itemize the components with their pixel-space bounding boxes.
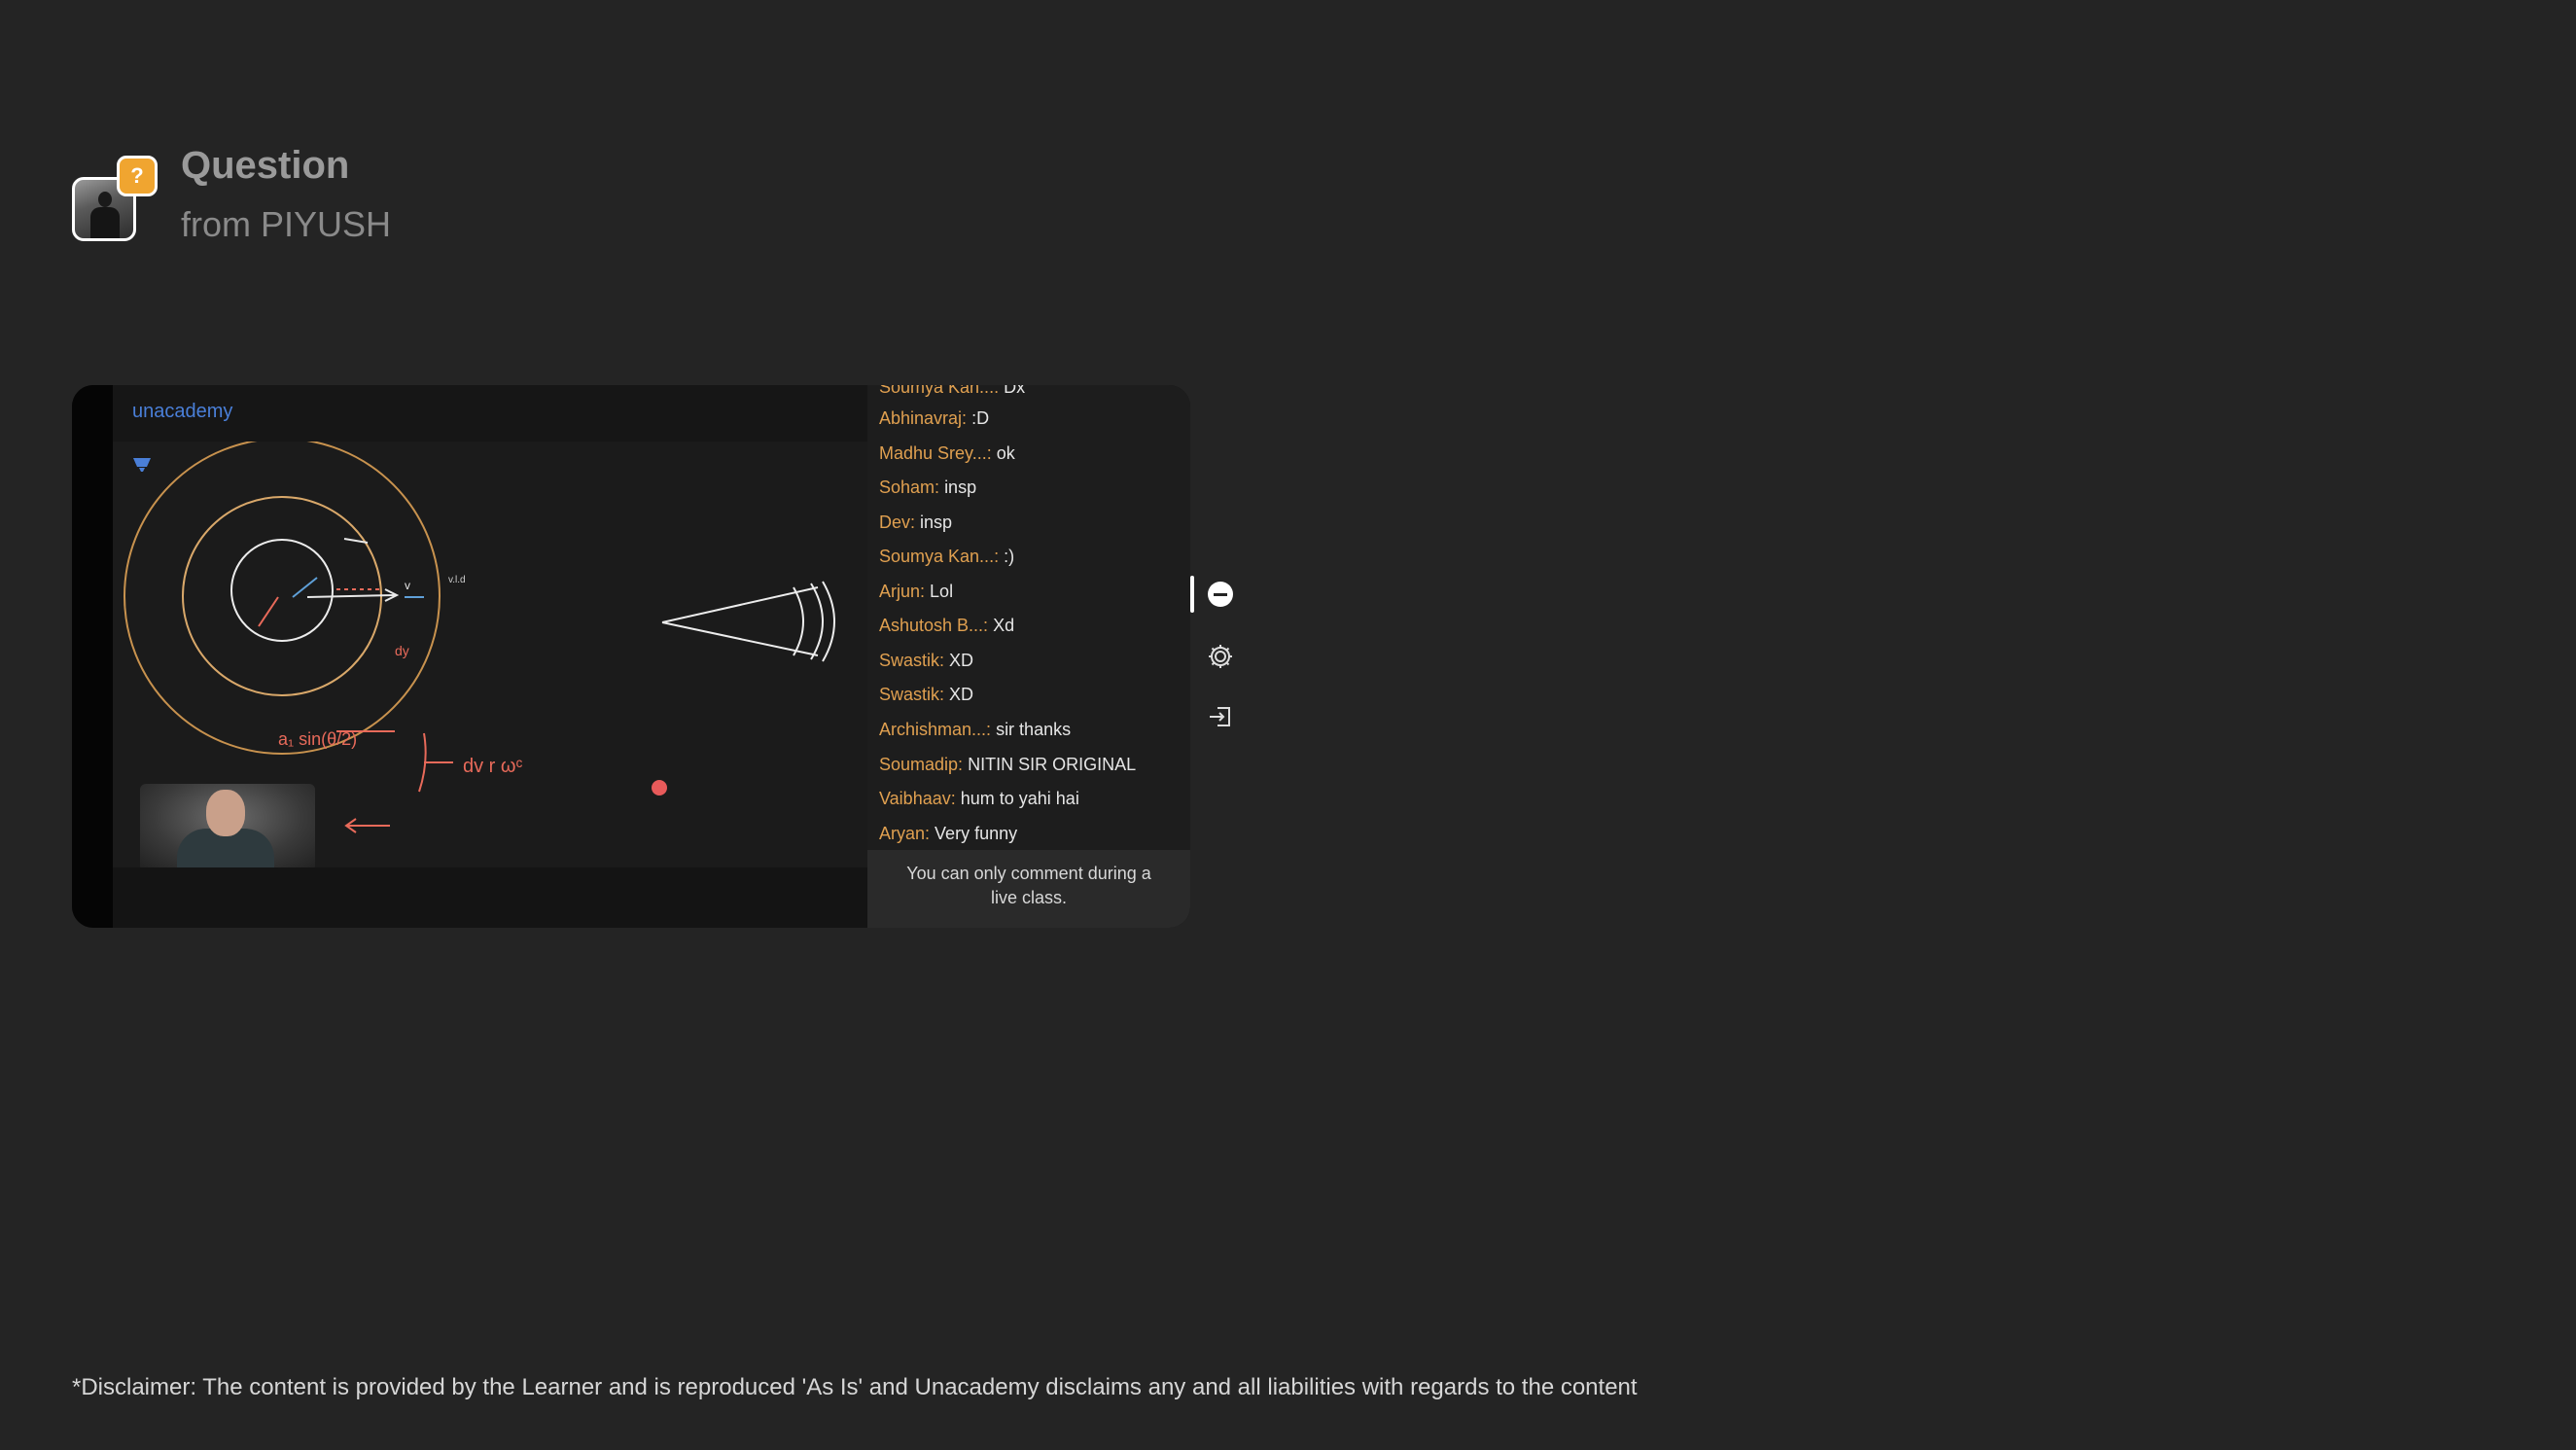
svg-text:dv r ωᶜ: dv r ωᶜ — [463, 756, 523, 777]
board-footer — [113, 867, 867, 928]
player-left-edge — [72, 385, 113, 928]
chat-author: Archishman...: — [879, 720, 992, 739]
chat-text: insp — [944, 477, 977, 497]
chat-message: Soumya Kan...: :) — [879, 547, 1014, 567]
chat-author: Soumadip: — [879, 755, 964, 774]
chat-message: Archishman...: sir thanks — [879, 720, 1071, 740]
chat-author: Swastik: — [879, 651, 945, 670]
chat-message: Arjun: Lol — [879, 582, 953, 602]
chat-author: Abhinavraj: — [879, 408, 968, 428]
chat-message: Abhinavraj: :D — [879, 408, 989, 429]
chat-text: :D — [971, 408, 990, 428]
svg-text:v.l.d: v.l.d — [448, 575, 466, 585]
chat-message: Madhu Srey...: ok — [879, 443, 1015, 464]
chat-author: Soham: — [879, 477, 940, 497]
chat-message: Ashutosh B...: Xd — [879, 616, 1014, 636]
teacher-video — [140, 784, 315, 867]
disclaimer-text: *Disclaimer: The content is provided by … — [72, 1374, 1638, 1400]
chat-author: Soumya Kan...: — [879, 547, 1000, 566]
chat-toggle-button[interactable] — [1206, 580, 1235, 609]
chat-author: Vaibhaav: — [879, 789, 956, 808]
chat-text: :) — [1004, 547, 1015, 566]
chat-message: Vaibhaav: hum to yahi hai — [879, 789, 1079, 809]
chat-text: NITIN SIR ORIGINAL — [968, 755, 1137, 774]
chat-message: Soumya Kan...: Dx — [879, 385, 1025, 398]
question-badge-icon: ? — [117, 156, 158, 196]
chat-panel: Soumya Kan...: Dx Abhinavraj: :D Madhu S… — [867, 385, 1190, 928]
page: ? Question from PIYUSH unacademy v v.l.d… — [0, 0, 2576, 1450]
svg-text:dy: dy — [395, 643, 409, 658]
chat-text: Dx — [1004, 385, 1026, 397]
chat-list[interactable]: Soumya Kan...: Dx Abhinavraj: :D Madhu S… — [867, 385, 1190, 850]
chat-text: Very funny — [935, 824, 1018, 843]
page-title: Question — [181, 144, 350, 187]
chat-author: Soumya Kan...: — [879, 385, 1000, 397]
chat-icon — [1208, 582, 1233, 607]
chat-author: Swastik: — [879, 685, 945, 704]
settings-button[interactable] — [1206, 642, 1235, 671]
chat-message: Aryan: Very funny — [879, 824, 1017, 844]
page-subtitle: from PIYUSH — [181, 204, 392, 244]
chat-text: XD — [949, 685, 974, 704]
chat-author: Aryan: — [879, 824, 931, 843]
brand-logo: unacademy — [132, 401, 233, 472]
chat-message: Swastik: XD — [879, 651, 973, 671]
active-indicator — [1190, 576, 1194, 613]
chat-message: Swastik: XD — [879, 685, 973, 705]
chat-author: Arjun: — [879, 582, 926, 601]
chat-text: XD — [949, 651, 974, 670]
question-author: ? — [72, 156, 159, 243]
chat-message: Soham: insp — [879, 477, 976, 498]
board-header: unacademy — [113, 385, 867, 472]
chat-disabled-note: You can only comment during a live class… — [867, 850, 1190, 928]
svg-text:v: v — [405, 579, 410, 592]
chat-message: Soumadip: NITIN SIR ORIGINAL — [879, 755, 1136, 775]
lecture-board[interactable]: unacademy v v.l.d dy a₁ sin(θ/2) dv r ωᶜ — [113, 385, 867, 928]
chat-text: hum to yahi hai — [960, 789, 1079, 808]
chat-text: ok — [996, 443, 1015, 463]
gear-icon — [1209, 645, 1232, 668]
chat-author: Madhu Srey...: — [879, 443, 992, 463]
exit-icon — [1210, 707, 1230, 726]
exit-button[interactable] — [1206, 702, 1235, 731]
chat-author: Dev: — [879, 513, 916, 532]
chat-message: Dev: insp — [879, 513, 952, 533]
chat-text: Xd — [993, 616, 1015, 635]
chat-text: Lol — [930, 582, 954, 601]
brand-name: unacademy — [132, 401, 233, 422]
video-player[interactable]: unacademy v v.l.d dy a₁ sin(θ/2) dv r ωᶜ… — [72, 385, 1190, 928]
chat-author: Ashutosh B...: — [879, 616, 989, 635]
chat-text: insp — [920, 513, 953, 532]
chat-text: sir thanks — [996, 720, 1072, 739]
